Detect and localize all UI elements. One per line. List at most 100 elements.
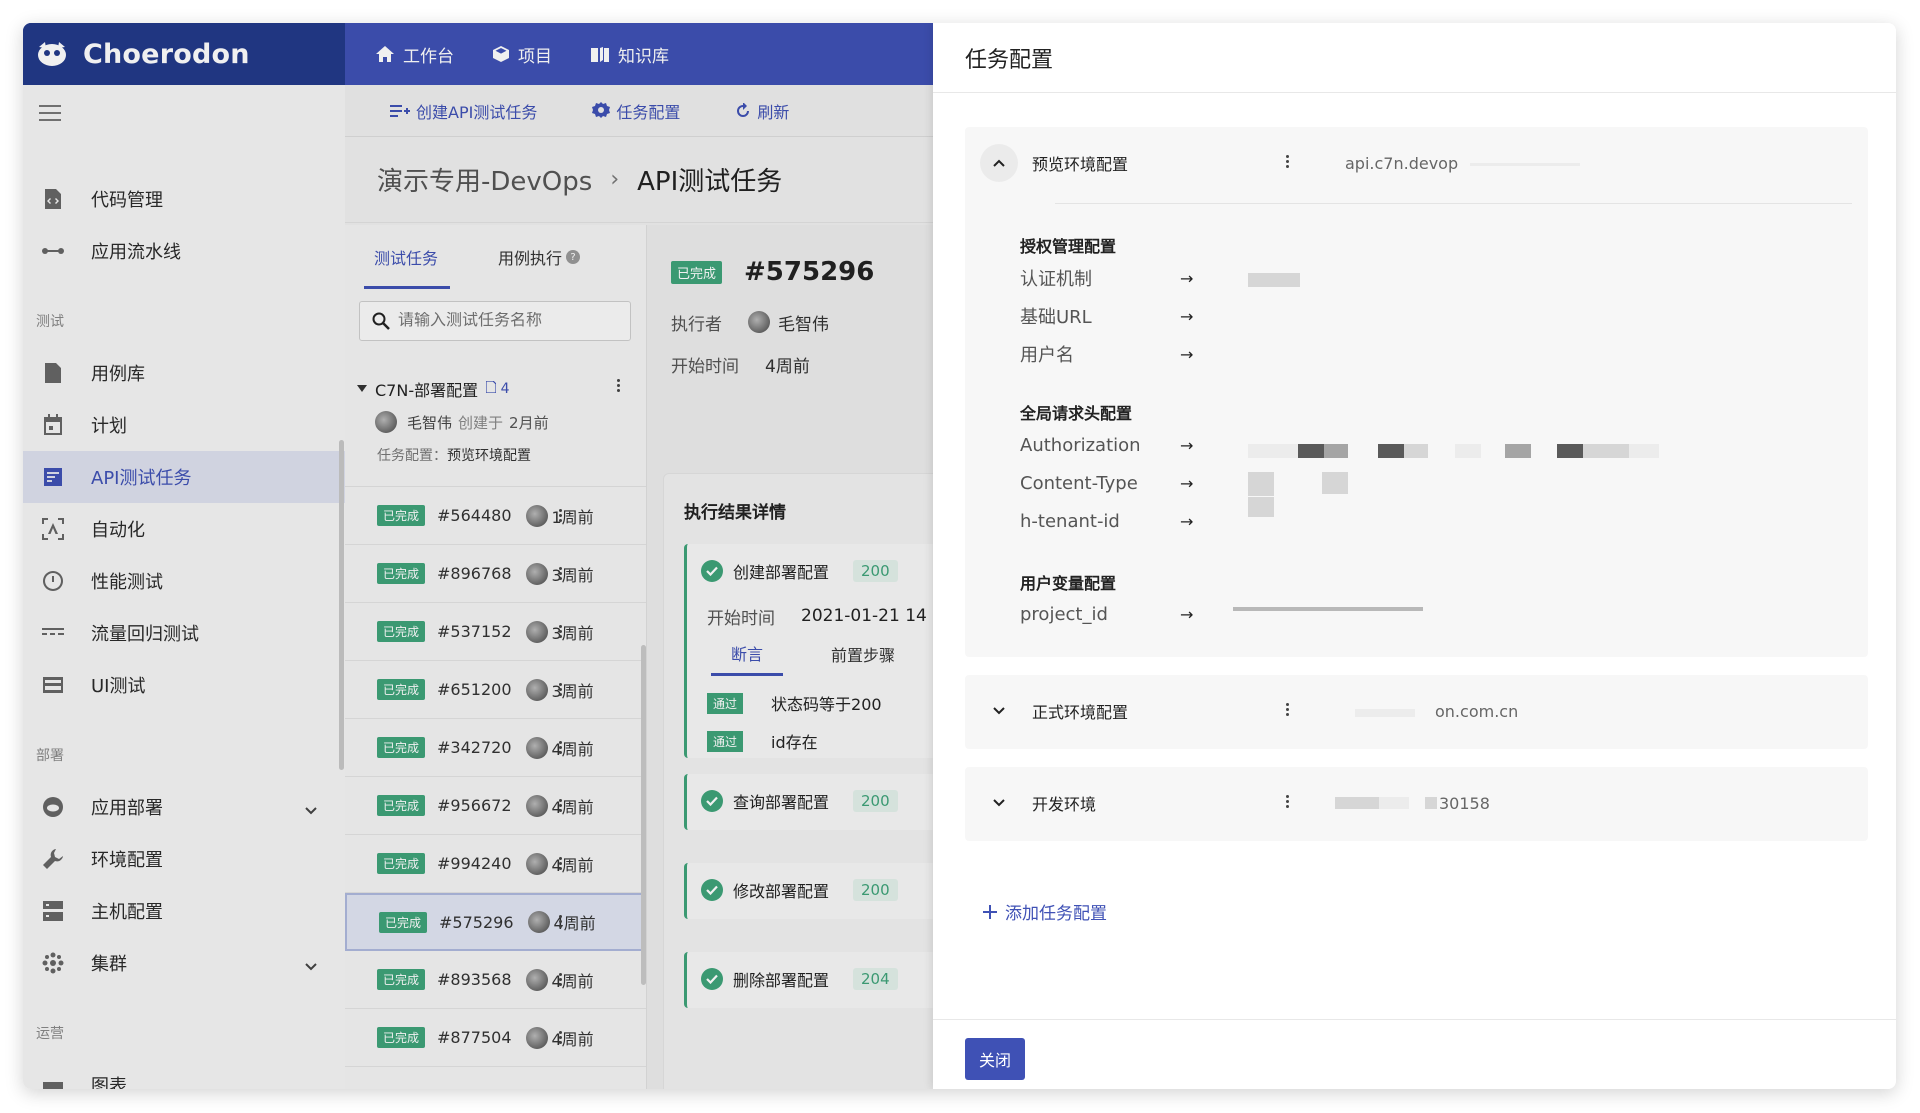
check-circle-icon xyxy=(701,968,723,990)
list-item[interactable]: 已完成 #994240 4周前 xyxy=(345,835,646,893)
tab-test-tasks[interactable]: 测试任务 xyxy=(363,225,451,289)
redacted-value xyxy=(1455,444,1481,458)
pass-badge: 通过 xyxy=(707,730,744,752)
step-card[interactable]: 删除部署配置 204 xyxy=(684,952,933,1008)
step-header[interactable]: 创建部署配置 200 xyxy=(687,544,933,598)
config-more-icon[interactable] xyxy=(1286,155,1290,170)
config-url: on.com.cn xyxy=(1435,701,1519,721)
more-icon[interactable] xyxy=(559,915,563,930)
chevron-down-icon[interactable] xyxy=(980,692,1018,730)
step-header[interactable]: 修改部署配置 200 xyxy=(687,863,933,917)
sidebar-item-host[interactable]: 主机配置 xyxy=(23,885,345,937)
sidebar-scrollbar[interactable] xyxy=(339,440,344,770)
list-item[interactable]: 已完成 #564480 1周前 xyxy=(345,487,646,545)
redacted-value xyxy=(1378,444,1404,458)
group-more-icon[interactable] xyxy=(617,379,621,394)
nav-knowledge[interactable]: 知识库 xyxy=(590,42,669,67)
redacted-value xyxy=(1324,444,1348,458)
more-icon[interactable] xyxy=(559,625,563,640)
config-more-icon[interactable] xyxy=(1286,703,1290,718)
chevron-down-icon[interactable] xyxy=(980,784,1018,822)
more-icon[interactable] xyxy=(559,799,563,814)
list-item[interactable]: 已完成 #877504 4周前 xyxy=(345,1009,646,1067)
step-header[interactable]: 查询部署配置 200 xyxy=(687,774,933,828)
config-card-prod: 正式环境配置 on.com.cn xyxy=(965,675,1868,749)
plus-icon xyxy=(983,904,997,919)
list-item[interactable]: 已完成 #956672 4周前 xyxy=(345,777,646,835)
section-ops: 运营 xyxy=(36,1026,64,1042)
sidebar-item-api-test[interactable]: API测试任务 xyxy=(23,451,345,503)
menu-toggle-icon[interactable] xyxy=(39,105,61,121)
more-icon[interactable] xyxy=(559,857,563,872)
create-api-task-button[interactable]: 创建API测试任务 xyxy=(390,99,537,123)
sidebar-item-automation[interactable]: 自动化 xyxy=(23,503,345,555)
list-item[interactable]: 已完成 #896768 3周前 xyxy=(345,545,646,603)
chevron-up-icon[interactable] xyxy=(980,144,1018,182)
more-icon[interactable] xyxy=(559,1031,563,1046)
add-task-config-button[interactable]: 添加任务配置 xyxy=(983,899,1107,924)
sidebar-item-ui-test[interactable]: UI测试 xyxy=(23,659,345,711)
task-id: #575296 xyxy=(439,912,514,932)
more-icon[interactable] xyxy=(559,683,563,698)
sidebar-item-label: 自动化 xyxy=(91,520,145,541)
sidebar-item-charts[interactable]: 图表 xyxy=(23,1059,345,1089)
tab-case-execution[interactable]: 用例执行 ? xyxy=(498,225,581,289)
tab-pre-steps[interactable]: 前置步骤 xyxy=(831,642,895,666)
top-header: Choerodon 工作台 项目 知识库 xyxy=(23,23,933,85)
task-group[interactable]: C7N-部署配置 4 毛智伟 创建于 2月前 任务配置：预览环境配置 xyxy=(345,361,646,487)
step-name: 创建部署配置 xyxy=(733,563,830,582)
step-card[interactable]: 创建部署配置 200 开始时间 2021-01-21 14 断言 前置步骤 通过… xyxy=(684,544,933,758)
help-icon[interactable]: ? xyxy=(566,250,581,264)
group-title[interactable]: C7N-部署配置 4 xyxy=(357,377,646,401)
kv-key: Content-Type xyxy=(1020,473,1138,494)
nav-project-label: 项目 xyxy=(518,46,552,67)
step-name: 删除部署配置 xyxy=(733,971,830,990)
brand[interactable]: Choerodon xyxy=(23,23,345,85)
chevron-down-icon[interactable] xyxy=(305,955,317,976)
sidebar-item-cluster[interactable]: 集群 xyxy=(23,937,345,989)
sidebar-item-pipeline[interactable]: 应用流水线 xyxy=(23,225,345,277)
breadcrumb-project[interactable]: 演示专用-DevOps xyxy=(377,161,592,198)
sidebar-item-plan[interactable]: 计划 xyxy=(23,399,345,451)
step-header[interactable]: 删除部署配置 204 xyxy=(687,952,933,1006)
sidebar-item-code[interactable]: 代码管理 xyxy=(23,173,345,225)
config-header[interactable]: 预览环境配置 api.c7n.devop xyxy=(965,127,1868,199)
sidebar-item-traffic[interactable]: 流量回归测试 xyxy=(23,607,345,659)
status-code-badge: 200 xyxy=(853,560,898,582)
list-scrollbar[interactable] xyxy=(641,645,646,985)
sidebar-item-env[interactable]: 环境配置 xyxy=(23,833,345,885)
nav-project[interactable]: 项目 xyxy=(492,42,552,67)
avatar xyxy=(525,852,548,875)
status-badge: 已完成 xyxy=(377,679,426,700)
task-time: 4周前 xyxy=(551,739,594,759)
refresh-button[interactable]: 刷新 xyxy=(735,99,789,123)
check-circle-icon xyxy=(701,790,723,812)
pass-badge: 通过 xyxy=(707,692,744,714)
list-item[interactable]: 已完成 #651200 3周前 xyxy=(345,661,646,719)
task-id: #893568 xyxy=(437,970,512,989)
sidebar-item-caselib[interactable]: 用例库 xyxy=(23,347,345,399)
list-item[interactable]: 已完成 #537152 3周前 xyxy=(345,603,646,661)
tab-assert[interactable]: 断言 xyxy=(711,633,784,676)
step-card[interactable]: 修改部署配置 200 xyxy=(684,863,933,919)
config-header[interactable]: 正式环境配置 on.com.cn xyxy=(965,675,1868,747)
config-header[interactable]: 开发环境 30158 xyxy=(965,767,1868,839)
list-item-selected[interactable]: 已完成 #575296 4周前 xyxy=(345,893,646,951)
more-icon[interactable] xyxy=(559,973,563,988)
more-icon[interactable] xyxy=(559,741,563,756)
nav-workbench[interactable]: 工作台 xyxy=(375,42,454,67)
sidebar-item-performance[interactable]: 性能测试 xyxy=(23,555,345,607)
sidebar-item-app-deploy[interactable]: 应用部署 xyxy=(23,781,345,833)
more-icon[interactable] xyxy=(559,567,563,582)
task-config-drawer: 任务配置 预览环境配置 api.c7n.devop 授权管理配置 认证机制 → 基… xyxy=(933,23,1896,1089)
search-input[interactable] xyxy=(398,312,618,330)
list-item[interactable]: 已完成 #893568 4周前 xyxy=(345,951,646,1009)
list-item[interactable]: 已完成 #342720 4周前 xyxy=(345,719,646,777)
close-button[interactable]: 关闭 xyxy=(965,1038,1025,1080)
config-more-icon[interactable] xyxy=(1286,795,1290,810)
task-time: 1周前 xyxy=(551,507,594,527)
more-icon[interactable] xyxy=(559,509,563,524)
task-config-button[interactable]: 任务配置 xyxy=(592,99,680,123)
chevron-down-icon[interactable] xyxy=(305,799,317,820)
step-card[interactable]: 查询部署配置 200 xyxy=(684,774,933,830)
